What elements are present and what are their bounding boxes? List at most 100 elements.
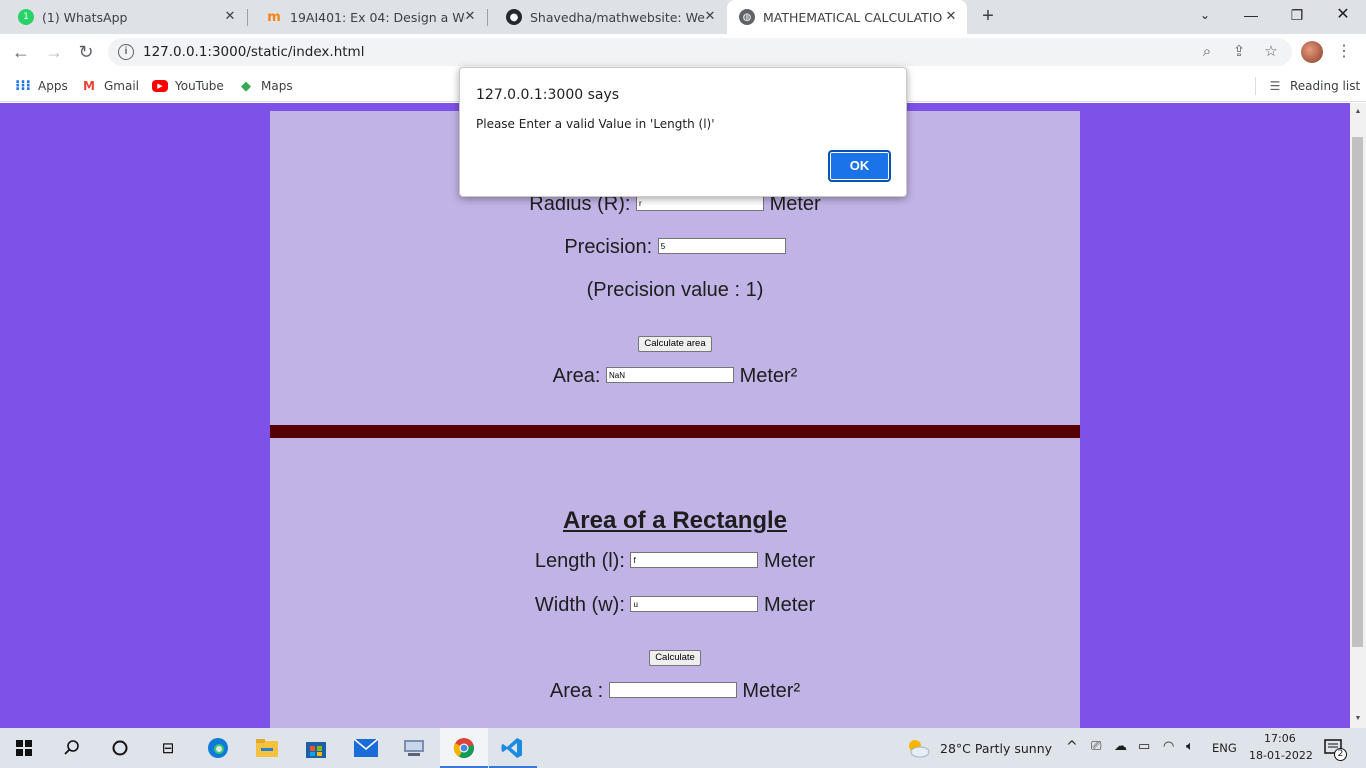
weather-text[interactable]: 28°C Partly sunny xyxy=(940,741,1052,756)
close-tab-icon[interactable]: ✕ xyxy=(702,9,718,25)
length-unit: Meter xyxy=(764,550,816,572)
tab-title: MATHEMATICAL CALCULATIONS xyxy=(763,9,943,25)
calculate-area-button[interactable]: Calculate area xyxy=(638,336,712,352)
radius-input[interactable]: r xyxy=(636,194,764,211)
forward-button[interactable]: → xyxy=(42,40,66,64)
file-explorer-icon[interactable] xyxy=(255,736,279,760)
globe-icon: ◍ xyxy=(739,9,755,25)
bookmark-label: Maps xyxy=(261,79,293,93)
wifi-icon[interactable]: ◠ xyxy=(1163,739,1174,754)
tab-strip: 1 (1) WhatsApp ✕ m 19AI401: Ex 04: Desig… xyxy=(0,0,1366,34)
search-icon[interactable] xyxy=(60,736,84,760)
scroll-up-icon[interactable]: ▲ xyxy=(1353,107,1363,117)
width-unit: Meter xyxy=(764,594,816,616)
ok-button[interactable]: OK xyxy=(828,150,891,182)
new-tab-button[interactable]: + xyxy=(978,6,998,28)
address-bar[interactable]: i 127.0.0.1:3000/static/index.html ⌕ ⇪ ☆ xyxy=(108,38,1292,66)
reload-button[interactable]: ↻ xyxy=(74,40,98,64)
area-label: Area: xyxy=(552,365,601,387)
calculator-panel: Radius (R): r Meter Precision: 5 (Precis… xyxy=(270,111,1080,728)
calc-area-row: Calculate area xyxy=(270,329,1080,352)
apps-grid-icon: ⁝⁝⁝ xyxy=(15,78,31,94)
width-label: Width (w): xyxy=(534,594,625,616)
tab-github[interactable]: ● Shavedha/mathwebsite: Webpag ✕ xyxy=(488,0,726,34)
gmail-icon: M xyxy=(83,79,95,93)
maps-icon: ◆ xyxy=(241,78,251,94)
bookmark-gmail[interactable]: M Gmail xyxy=(81,77,139,95)
width-row: Width (w): u Meter xyxy=(270,594,1080,617)
reading-list-icon: ☰ xyxy=(1269,79,1281,93)
cortana-icon[interactable] xyxy=(108,736,132,760)
area-unit: Meter² xyxy=(739,365,798,387)
chevron-up-icon[interactable]: ^ xyxy=(1066,739,1078,755)
back-button[interactable]: ← xyxy=(9,40,33,64)
length-input[interactable]: f xyxy=(630,551,759,568)
browser-toolbar: ← → ↻ i 127.0.0.1:3000/static/index.html… xyxy=(0,34,1366,70)
notification-count-badge: 2 xyxy=(1334,748,1347,761)
mail-icon[interactable] xyxy=(354,736,378,760)
tab-search-icon[interactable]: ⌄ xyxy=(1182,0,1228,30)
tab-moodle[interactable]: m 19AI401: Ex 04: Design a Website ✕ xyxy=(248,0,486,34)
scrollbar-thumb[interactable] xyxy=(1352,137,1363,647)
meet-now-icon[interactable]: ⎚ xyxy=(1091,739,1101,754)
store-icon[interactable] xyxy=(304,736,328,760)
onedrive-icon[interactable]: ☁ xyxy=(1114,739,1127,754)
edge-icon[interactable] xyxy=(206,736,230,760)
close-tab-icon[interactable]: ✕ xyxy=(222,9,238,25)
bookmark-apps[interactable]: ⁝⁝⁝ Apps xyxy=(15,77,68,95)
tab-title: Shavedha/mathwebsite: Webpag xyxy=(530,9,705,25)
menu-icon[interactable]: ⋮ xyxy=(1336,41,1352,63)
rectangle-area-output[interactable] xyxy=(608,681,737,698)
bookmark-separator xyxy=(1255,77,1256,95)
bookmark-label: Gmail xyxy=(104,79,140,93)
close-tab-icon[interactable]: ✕ xyxy=(943,9,959,25)
whatsapp-icon: 1 xyxy=(18,9,34,25)
zoom-icon[interactable]: ⌕ xyxy=(1198,43,1216,61)
chrome-icon[interactable] xyxy=(452,736,476,760)
start-icon[interactable] xyxy=(12,736,36,760)
battery-icon[interactable]: ▭ xyxy=(1138,739,1150,754)
share-icon[interactable]: ⇪ xyxy=(1230,43,1248,61)
moodle-icon: m xyxy=(267,9,281,25)
section-divider xyxy=(270,425,1080,438)
precision-input[interactable]: 5 xyxy=(657,237,786,254)
calculate-button[interactable]: Calculate xyxy=(649,650,701,666)
weather-icon[interactable] xyxy=(906,736,930,760)
clock-time[interactable]: 17:06 xyxy=(1264,732,1296,745)
restore-button[interactable]: ❐ xyxy=(1274,0,1320,30)
close-tab-icon[interactable]: ✕ xyxy=(462,9,478,25)
reading-list-button[interactable]: ☰ Reading list xyxy=(1267,77,1361,95)
precision-note: (Precision value : 1) xyxy=(586,279,764,301)
vscode-icon[interactable] xyxy=(500,736,524,760)
language-indicator[interactable]: ENG xyxy=(1212,741,1237,755)
tab-math-calculations[interactable]: ◍ MATHEMATICAL CALCULATIONS ✕ xyxy=(727,0,967,34)
bookmark-youtube[interactable]: ▶ YouTube xyxy=(152,77,224,95)
youtube-icon: ▶ xyxy=(152,80,168,92)
width-input[interactable]: u xyxy=(630,595,759,612)
precision-label: Precision: xyxy=(564,236,653,258)
network-app-icon[interactable] xyxy=(402,736,426,760)
rectangle-heading: Area of a Rectangle xyxy=(562,507,788,534)
page-scrollbar[interactable]: ▲ ▼ xyxy=(1350,103,1366,728)
site-info-icon[interactable]: i xyxy=(118,44,134,60)
area-unit: Meter² xyxy=(742,680,801,702)
minimize-button[interactable]: — xyxy=(1228,0,1274,30)
dialog-title: 127.0.0.1:3000 says xyxy=(476,87,620,103)
bookmark-maps[interactable]: ◆ Maps xyxy=(238,77,293,95)
tab-title: 19AI401: Ex 04: Design a Website xyxy=(290,9,465,25)
bookmark-star-icon[interactable]: ☆ xyxy=(1262,43,1280,61)
scroll-down-icon[interactable]: ▼ xyxy=(1353,714,1363,724)
length-row: Length (l): f Meter xyxy=(270,550,1080,573)
calc-rect-row: Calculate xyxy=(270,643,1080,666)
volume-icon[interactable]: 🔈︎ xyxy=(1186,739,1194,754)
url-text: 127.0.0.1:3000/static/index.html xyxy=(143,44,365,60)
alert-dialog: 127.0.0.1:3000 says Please Enter a valid… xyxy=(459,67,907,197)
reading-list-label: Reading list xyxy=(1290,79,1361,93)
close-window-button[interactable]: ✕ xyxy=(1320,0,1366,30)
area-label: Area : xyxy=(549,680,604,702)
clock-date[interactable]: 18-01-2022 xyxy=(1249,749,1313,762)
profile-avatar[interactable] xyxy=(1301,41,1323,63)
tab-whatsapp[interactable]: 1 (1) WhatsApp ✕ xyxy=(0,0,246,34)
task-view-icon[interactable]: ⊟ xyxy=(156,736,180,760)
circle-area-output[interactable]: NaN xyxy=(606,366,734,383)
